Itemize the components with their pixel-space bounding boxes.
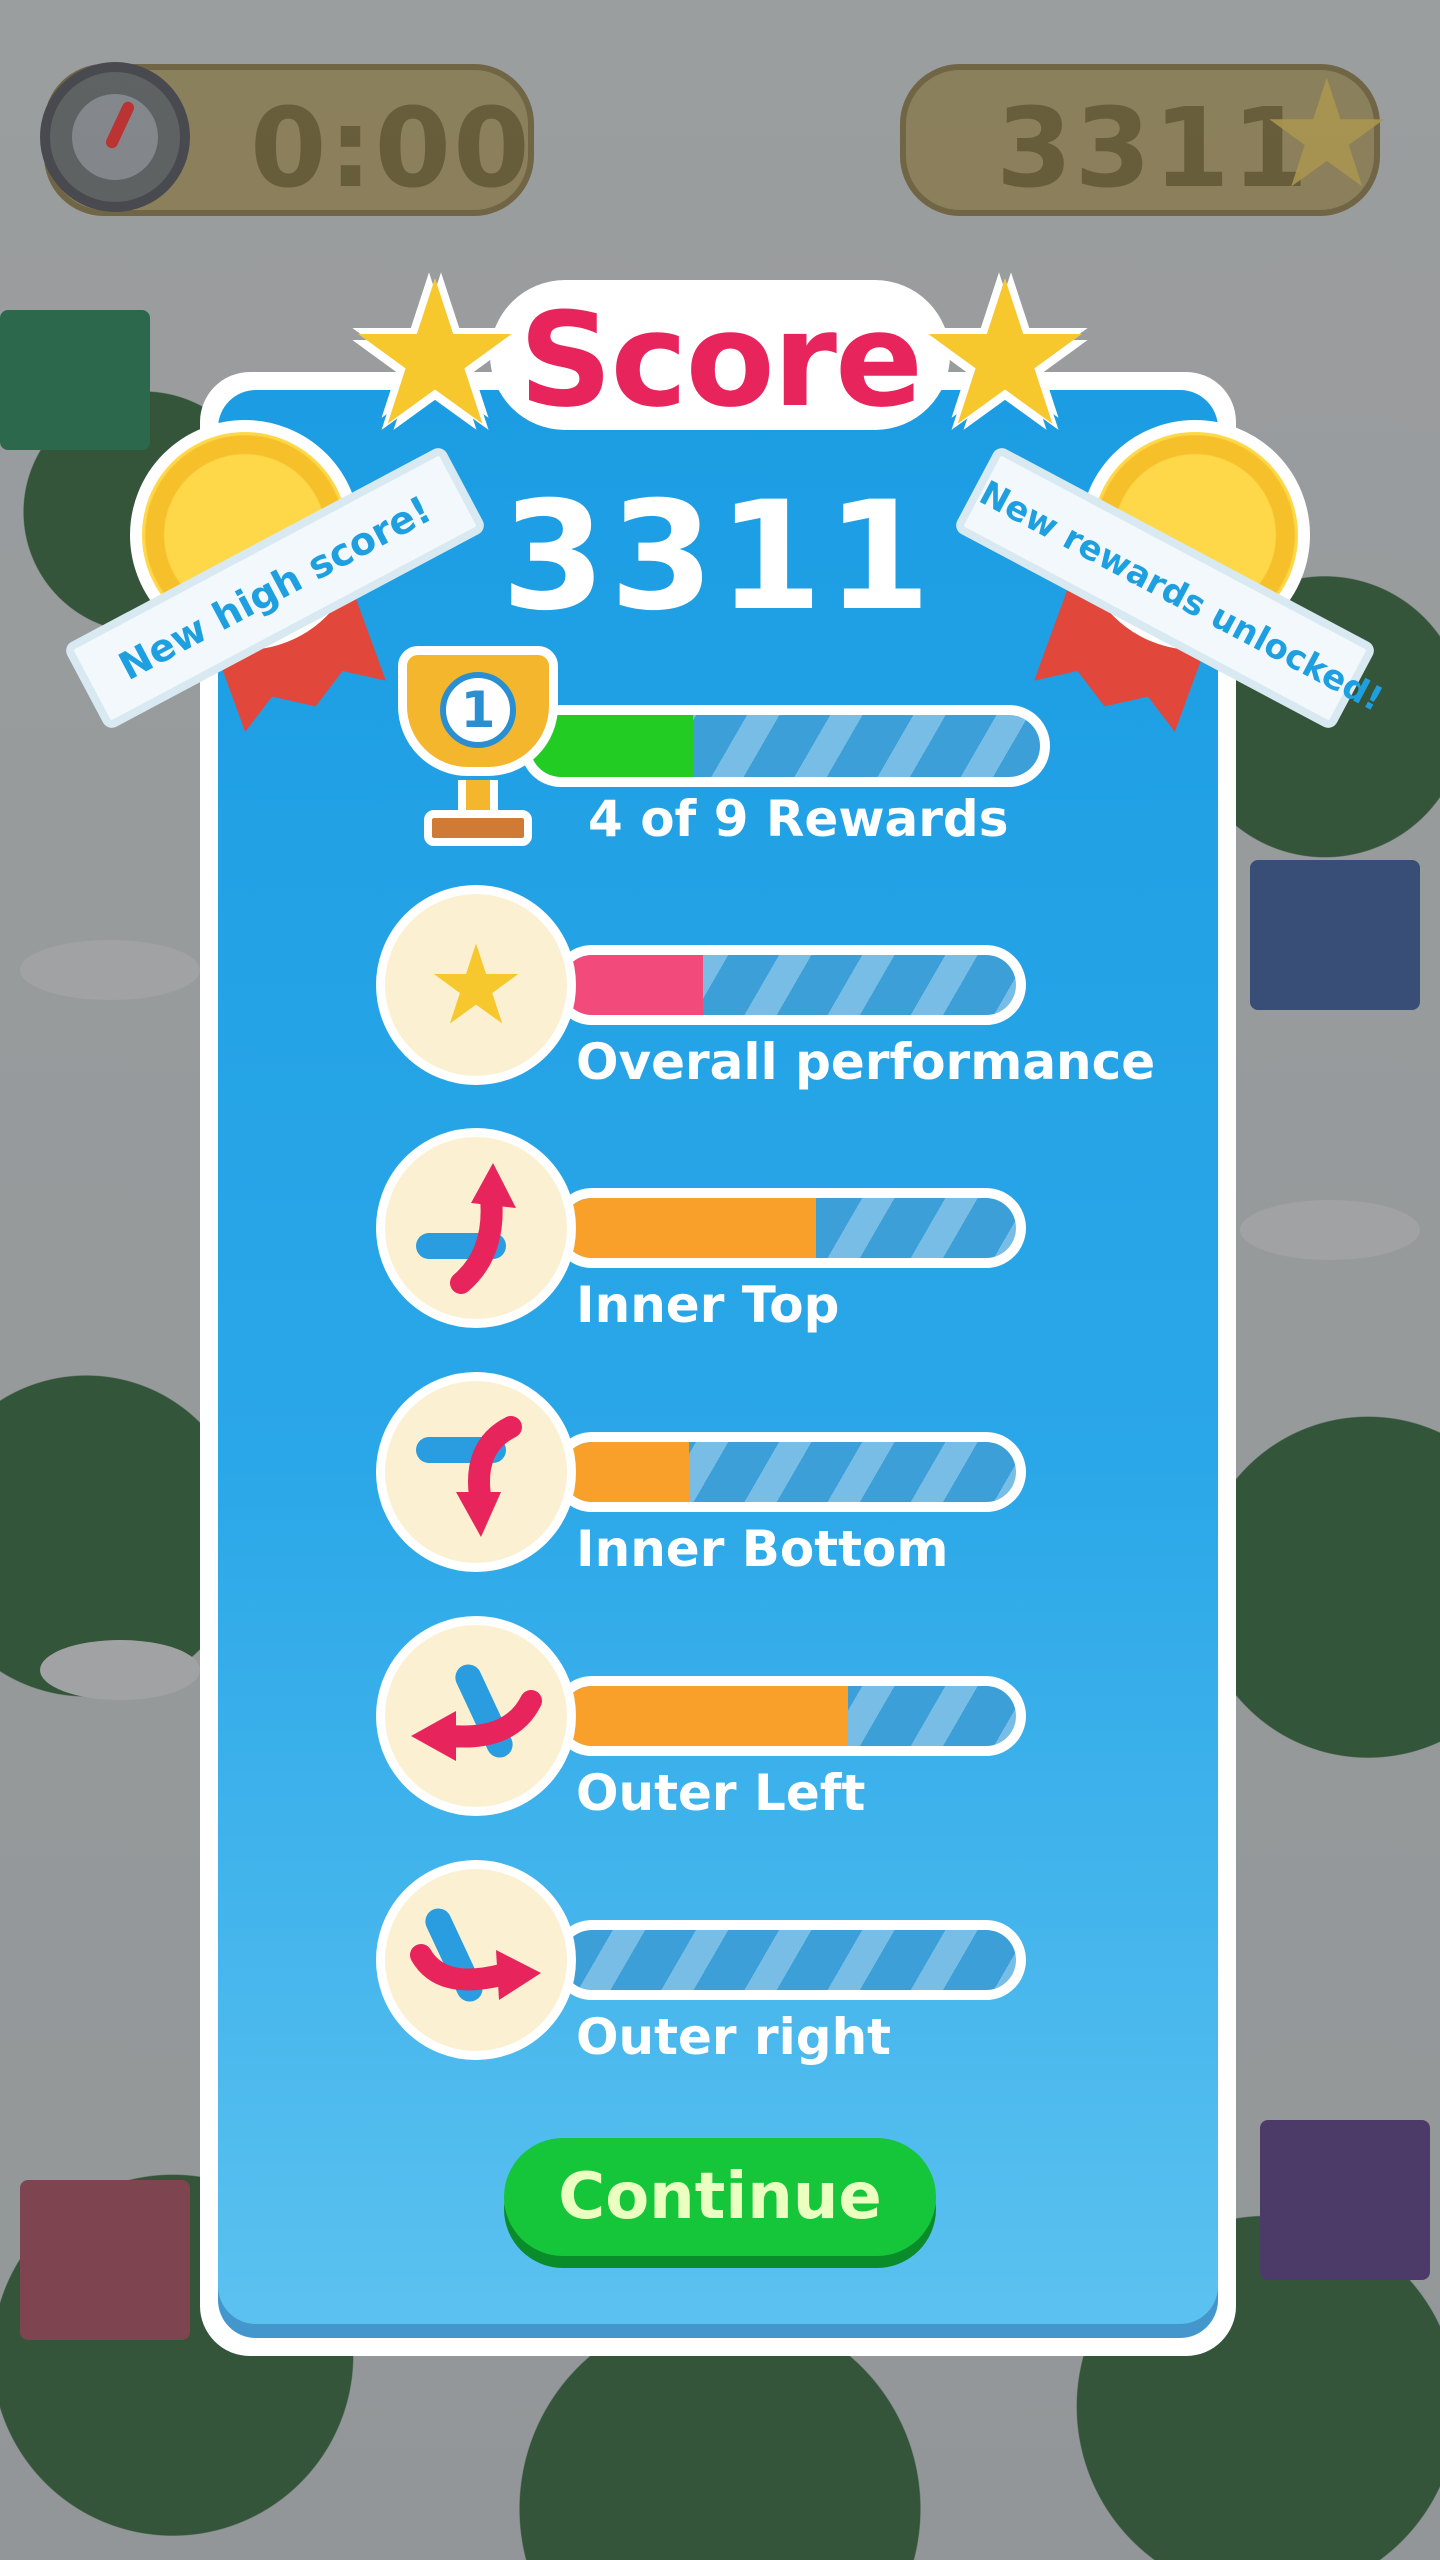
brush-arrow-left-icon	[376, 1616, 576, 1816]
gift-box	[20, 2180, 190, 2340]
progress-bar	[552, 1188, 1026, 1268]
progress-bar	[552, 1920, 1026, 2000]
timer-value: 0:00	[250, 84, 532, 212]
rewards-progress-bar	[520, 705, 1050, 787]
rewards-count-label: 4 of 9 Rewards	[588, 790, 1009, 848]
category-row-overall: ★ Overall performance	[376, 885, 1155, 1095]
trophy-icon: 1	[388, 640, 568, 850]
category-label: Outer right	[576, 2008, 892, 2066]
progress-bar	[552, 1432, 1026, 1512]
progress-fill	[562, 1198, 817, 1258]
category-label: Inner Bottom	[576, 1520, 949, 1578]
brush-arrow-up-icon	[376, 1128, 576, 1328]
progress-fill	[562, 1686, 849, 1746]
new-rewards-badge: New rewards unlocked!	[950, 410, 1389, 730]
progress-bar	[552, 1676, 1026, 1756]
category-row-inner-bottom: Inner Bottom	[376, 1372, 1056, 1582]
category-row-inner-top: Inner Top	[376, 1128, 1056, 1338]
category-row-outer-left: Outer Left	[376, 1616, 1056, 1826]
score-display: 3311 ★	[900, 60, 1394, 216]
category-label: Inner Top	[576, 1276, 840, 1334]
progress-fill	[562, 955, 703, 1015]
progress-bar	[552, 945, 1026, 1025]
brush-arrow-down-icon	[376, 1372, 576, 1572]
progress-fill	[562, 1442, 690, 1502]
continue-button[interactable]: Continue	[504, 2138, 936, 2256]
snow-patch	[1240, 1200, 1420, 1260]
star-laurel-icon: ★	[376, 885, 576, 1085]
category-label: Overall performance	[576, 1033, 1156, 1091]
category-row-outer-right: Outer right	[376, 1860, 1056, 2070]
gift-box	[1250, 860, 1420, 1010]
trophy-number: 1	[440, 672, 516, 748]
brush-arrow-right-icon	[376, 1860, 576, 2060]
stopwatch-icon	[40, 62, 190, 212]
gift-box	[1260, 2120, 1430, 2280]
category-label: Outer Left	[576, 1764, 866, 1822]
snow-patch	[40, 1640, 200, 1700]
star-icon: ★	[1259, 48, 1394, 222]
snow-patch	[20, 940, 200, 1000]
